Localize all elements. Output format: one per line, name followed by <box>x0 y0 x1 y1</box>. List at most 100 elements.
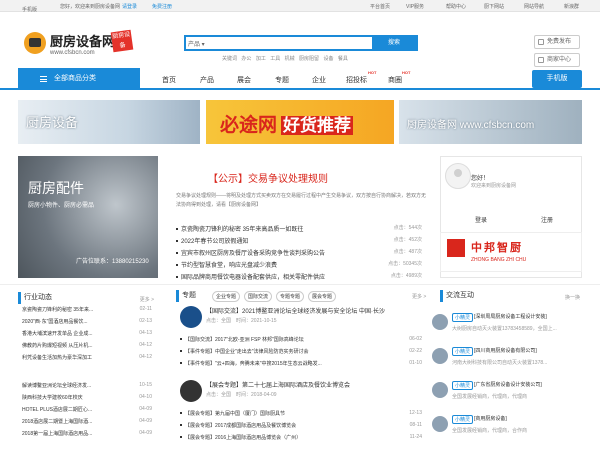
logo-name: 厨房设备网 <box>50 34 116 49</box>
news-row[interactable]: 节约型智慧食堂，响应光盘减少浪费 点击：50345次 <box>176 260 428 272</box>
site-logo[interactable]: 厨房设备网 厨房设备 www.cfsbcn.com <box>24 28 136 62</box>
topic-row[interactable]: 【展会专题】2016上海国际酒店用品博览会（广州） 11-24 <box>180 434 428 446</box>
topic-row[interactable]: 【展会专题】第九届中国（厦门）国际厨具节 12-13 <box>180 410 428 422</box>
banner-2-text: 必途网 好货推荐 <box>220 115 354 136</box>
hot-badge: HOT <box>402 70 411 75</box>
nav-item-products[interactable]: 产品 <box>200 75 214 85</box>
list-item[interactable]: 京瓷陶瓷刀锋利的秘密 35年来... 02-11 <box>22 306 152 318</box>
banner-1-text: 厨房设备 <box>26 115 79 130</box>
exchange-item[interactable]: 小精灵 [四川商用厨房设备有限公司] 河南大树科技有限公司自动灭火装置1378... <box>432 346 580 372</box>
hotword[interactable]: 厨房阻留 <box>299 56 319 62</box>
exchange-item[interactable]: 小精灵 [广东省厨房设备设计安装公司] 全国发展经销商，代理商，代理商 <box>432 380 580 406</box>
hot-keywords: 关键词 办公 加工 工具 机械 厨房阻留 设备 餐具 <box>222 55 351 62</box>
user-avatar-icon <box>432 314 448 330</box>
list-item[interactable]: 2020"西·东"国酒店用品餐饮... 02-13 <box>22 318 152 330</box>
hotword[interactable]: 机械 <box>285 56 295 62</box>
top-link-vip[interactable]: VIP服务 <box>406 3 424 10</box>
topic-tag[interactable]: 国际交流 <box>244 291 273 302</box>
topics-more-link[interactable]: 更多 > <box>412 293 426 300</box>
hotword[interactable]: 关键词 <box>222 56 237 62</box>
list-item[interactable]: 香港大埔滨速开发单品 企业成... 04-13 <box>22 330 152 342</box>
greeting-text: 您好，欢迎来到厨房设备网 <box>60 4 121 10</box>
nav-item-bidding[interactable]: 招投标 HOT <box>346 70 376 85</box>
topic-tag[interactable]: 企业专题 <box>212 291 241 302</box>
topic-tag[interactable]: 展会专题 <box>308 291 337 302</box>
logo-chef-icon <box>24 32 46 54</box>
topics-header: 专题 <box>176 290 206 302</box>
topic-row[interactable]: 【事件专题】中国企业"走出去"法律风险防范实务研讨会 02-22 <box>180 348 428 360</box>
news-row[interactable]: 宜宾市叙州区厨房及餐厅设备采购竞争性谈判采购公告 点击：487次 <box>176 248 428 260</box>
banner-kitchen-equipment[interactable]: 厨房设备 <box>18 100 200 144</box>
topic-feature-title: 【展会专题】第二十七届上海国际酒店及餐饮业博览会 <box>206 383 351 389</box>
free-publish-button[interactable]: 免费发布 <box>534 35 580 49</box>
top-link-nav[interactable]: 网站导航 <box>524 3 544 10</box>
search-button[interactable]: 搜索 <box>372 37 416 49</box>
zhongbang-logo-icon <box>447 239 465 257</box>
industry-more-link[interactable]: 更多 > <box>140 294 154 306</box>
nav-item-home[interactable]: 首页 <box>162 75 176 85</box>
banner-3-text: 厨房设备网 www.cfsbcn.com <box>407 120 535 131</box>
news-row[interactable]: 2022年春节公司放假通知 点击：452次 <box>176 236 428 248</box>
hotword[interactable]: 设备 <box>323 56 333 62</box>
nav-item-circle[interactable]: 商圈 HOT <box>388 70 410 85</box>
exchange-header: 交流互动 换一换 <box>440 290 580 302</box>
login-button[interactable]: 登录 <box>475 215 487 224</box>
top-link-sites[interactable]: 厨下网站 <box>484 3 504 10</box>
list-item[interactable]: 解读博鳌亚洲论坛全球经济发... 10-15 <box>22 382 152 394</box>
topic-feature[interactable]: 【展会专题】第二十七届上海国际酒店及餐饮业博览会 点击：全国 时间：2018-0… <box>180 380 428 404</box>
list-item[interactable]: 2018第一届上海国际酒店用品... 04-09 <box>22 430 152 442</box>
avatar <box>445 163 471 189</box>
hotword[interactable]: 办公 <box>241 56 251 62</box>
exchange-item[interactable]: 小精灵 [商用厨房设备] 全国发展经销商，代理商，合作商 <box>432 414 580 440</box>
search-input[interactable] <box>214 37 374 49</box>
topic-feature[interactable]: 【国际交流】2021博鳌亚洲论坛全球经济发展与安全论坛 中国·长沙 点击：全国 … <box>180 306 428 330</box>
register-button[interactable]: 注册 <box>541 215 553 224</box>
merchant-center-button[interactable]: 商家中心 <box>534 53 580 67</box>
promo-ad-contact: 广告位联系：13880215230 <box>76 259 149 265</box>
promo-subtitle: 厨房小物件、厨房必需品 <box>28 203 95 209</box>
divider <box>0 284 600 285</box>
topic-row[interactable]: 【事件专题】"云+四海，奔腾未来"中搜2015年生态云战略发... 01-10 <box>180 360 428 372</box>
top-link-weibo[interactable]: 新浪群 <box>564 3 579 10</box>
register-link[interactable]: 免费注册 <box>152 3 172 10</box>
topic-thumb <box>180 306 202 328</box>
nav-item-expo[interactable]: 展会 <box>237 75 251 85</box>
exchange-refresh-link[interactable]: 换一换 <box>565 292 580 304</box>
user-avatar-icon <box>432 416 448 432</box>
nav-item-topics[interactable]: 专题 <box>275 75 289 85</box>
hotword[interactable]: 加工 <box>256 56 266 62</box>
topic-feature-meta: 点击：全国 时间：2021-10-15 <box>206 318 277 324</box>
login-link[interactable]: 请登录 <box>122 3 137 10</box>
all-categories-button[interactable]: 全部商品分类 <box>18 68 140 90</box>
topic-tag[interactable]: 专题专题 <box>276 291 305 302</box>
hotword[interactable]: 餐具 <box>338 56 348 62</box>
list-item[interactable]: 佛教药片购爆短视频 从压片机... 04-12 <box>22 342 152 354</box>
mobile-version-button[interactable]: 手机版 <box>532 70 582 88</box>
search-category-select[interactable]: 产品 ▾ <box>188 39 205 48</box>
exchange-item[interactable]: 小精灵 [深圳周局厨房设备工程设计安装] 大树厨房自动灭火装置13783458589… <box>432 312 580 338</box>
zhongbang-ad[interactable]: 中邦智厨 ZHONG BANG ZHI CHU <box>440 232 582 272</box>
hot-badge: HOT <box>368 70 377 75</box>
news-row[interactable]: 国际品牌商用餐饮电器设备配套供应，相关零配件供应 点击：4989次 <box>176 272 428 284</box>
zhongbang-name: 中邦智厨 <box>471 242 523 254</box>
top-link-help[interactable]: 帮助中心 <box>446 3 466 10</box>
news-row[interactable]: 京瓷陶瓷刀锋利的秘密 35年来高品质一如既往 点击：544次 <box>176 224 428 236</box>
top-link-home[interactable]: 平台首页 <box>370 3 390 10</box>
list-item[interactable]: HOTEL PLUS酒店展二期匠心... 04-09 <box>22 406 152 418</box>
banner-site-url[interactable]: 厨房设备网 www.cfsbcn.com <box>399 100 582 144</box>
topic-feature-title: 【国际交流】2021博鳌亚洲论坛全球经济发展与安全论坛 中国·长沙 <box>206 309 386 315</box>
banner-good-products[interactable]: 必途网 好货推荐 <box>206 100 394 144</box>
list-item[interactable]: 利凭设备生活加热为豪华深加工 04-12 <box>22 354 152 366</box>
notice-title[interactable]: 【公示】交易争议处理规则 <box>208 170 328 185</box>
promo-ad[interactable]: 厨房配件 厨房小物件、厨房必需品 广告位联系：13880215230 <box>18 156 158 278</box>
topic-row[interactable]: 【展会专题】2017成都国际酒店用品及餐饮博览会 08-11 <box>180 422 428 434</box>
nav-item-companies[interactable]: 企业 <box>312 75 326 85</box>
search-box: 产品 ▾ 搜索 <box>184 35 418 51</box>
list-item[interactable]: 2018酒店展二期暨上海国际酒... 04-09 <box>22 418 152 430</box>
logo-badge: 厨房设备 <box>110 29 134 53</box>
list-item[interactable]: 陕西科技大学建校60年校庆 04-10 <box>22 394 152 406</box>
topic-row[interactable]: 【国际交流】2017"北欧-亚洲 FSP 林邦"国际高峰论坛 06-02 <box>180 336 428 348</box>
logo-url: www.cfsbcn.com <box>50 50 95 56</box>
notice-body: 交易争议处理规则——将明及处理方式买卖双方在交易履行过程中产生交易争议，双方按自… <box>176 193 427 208</box>
hotword[interactable]: 工具 <box>270 56 280 62</box>
